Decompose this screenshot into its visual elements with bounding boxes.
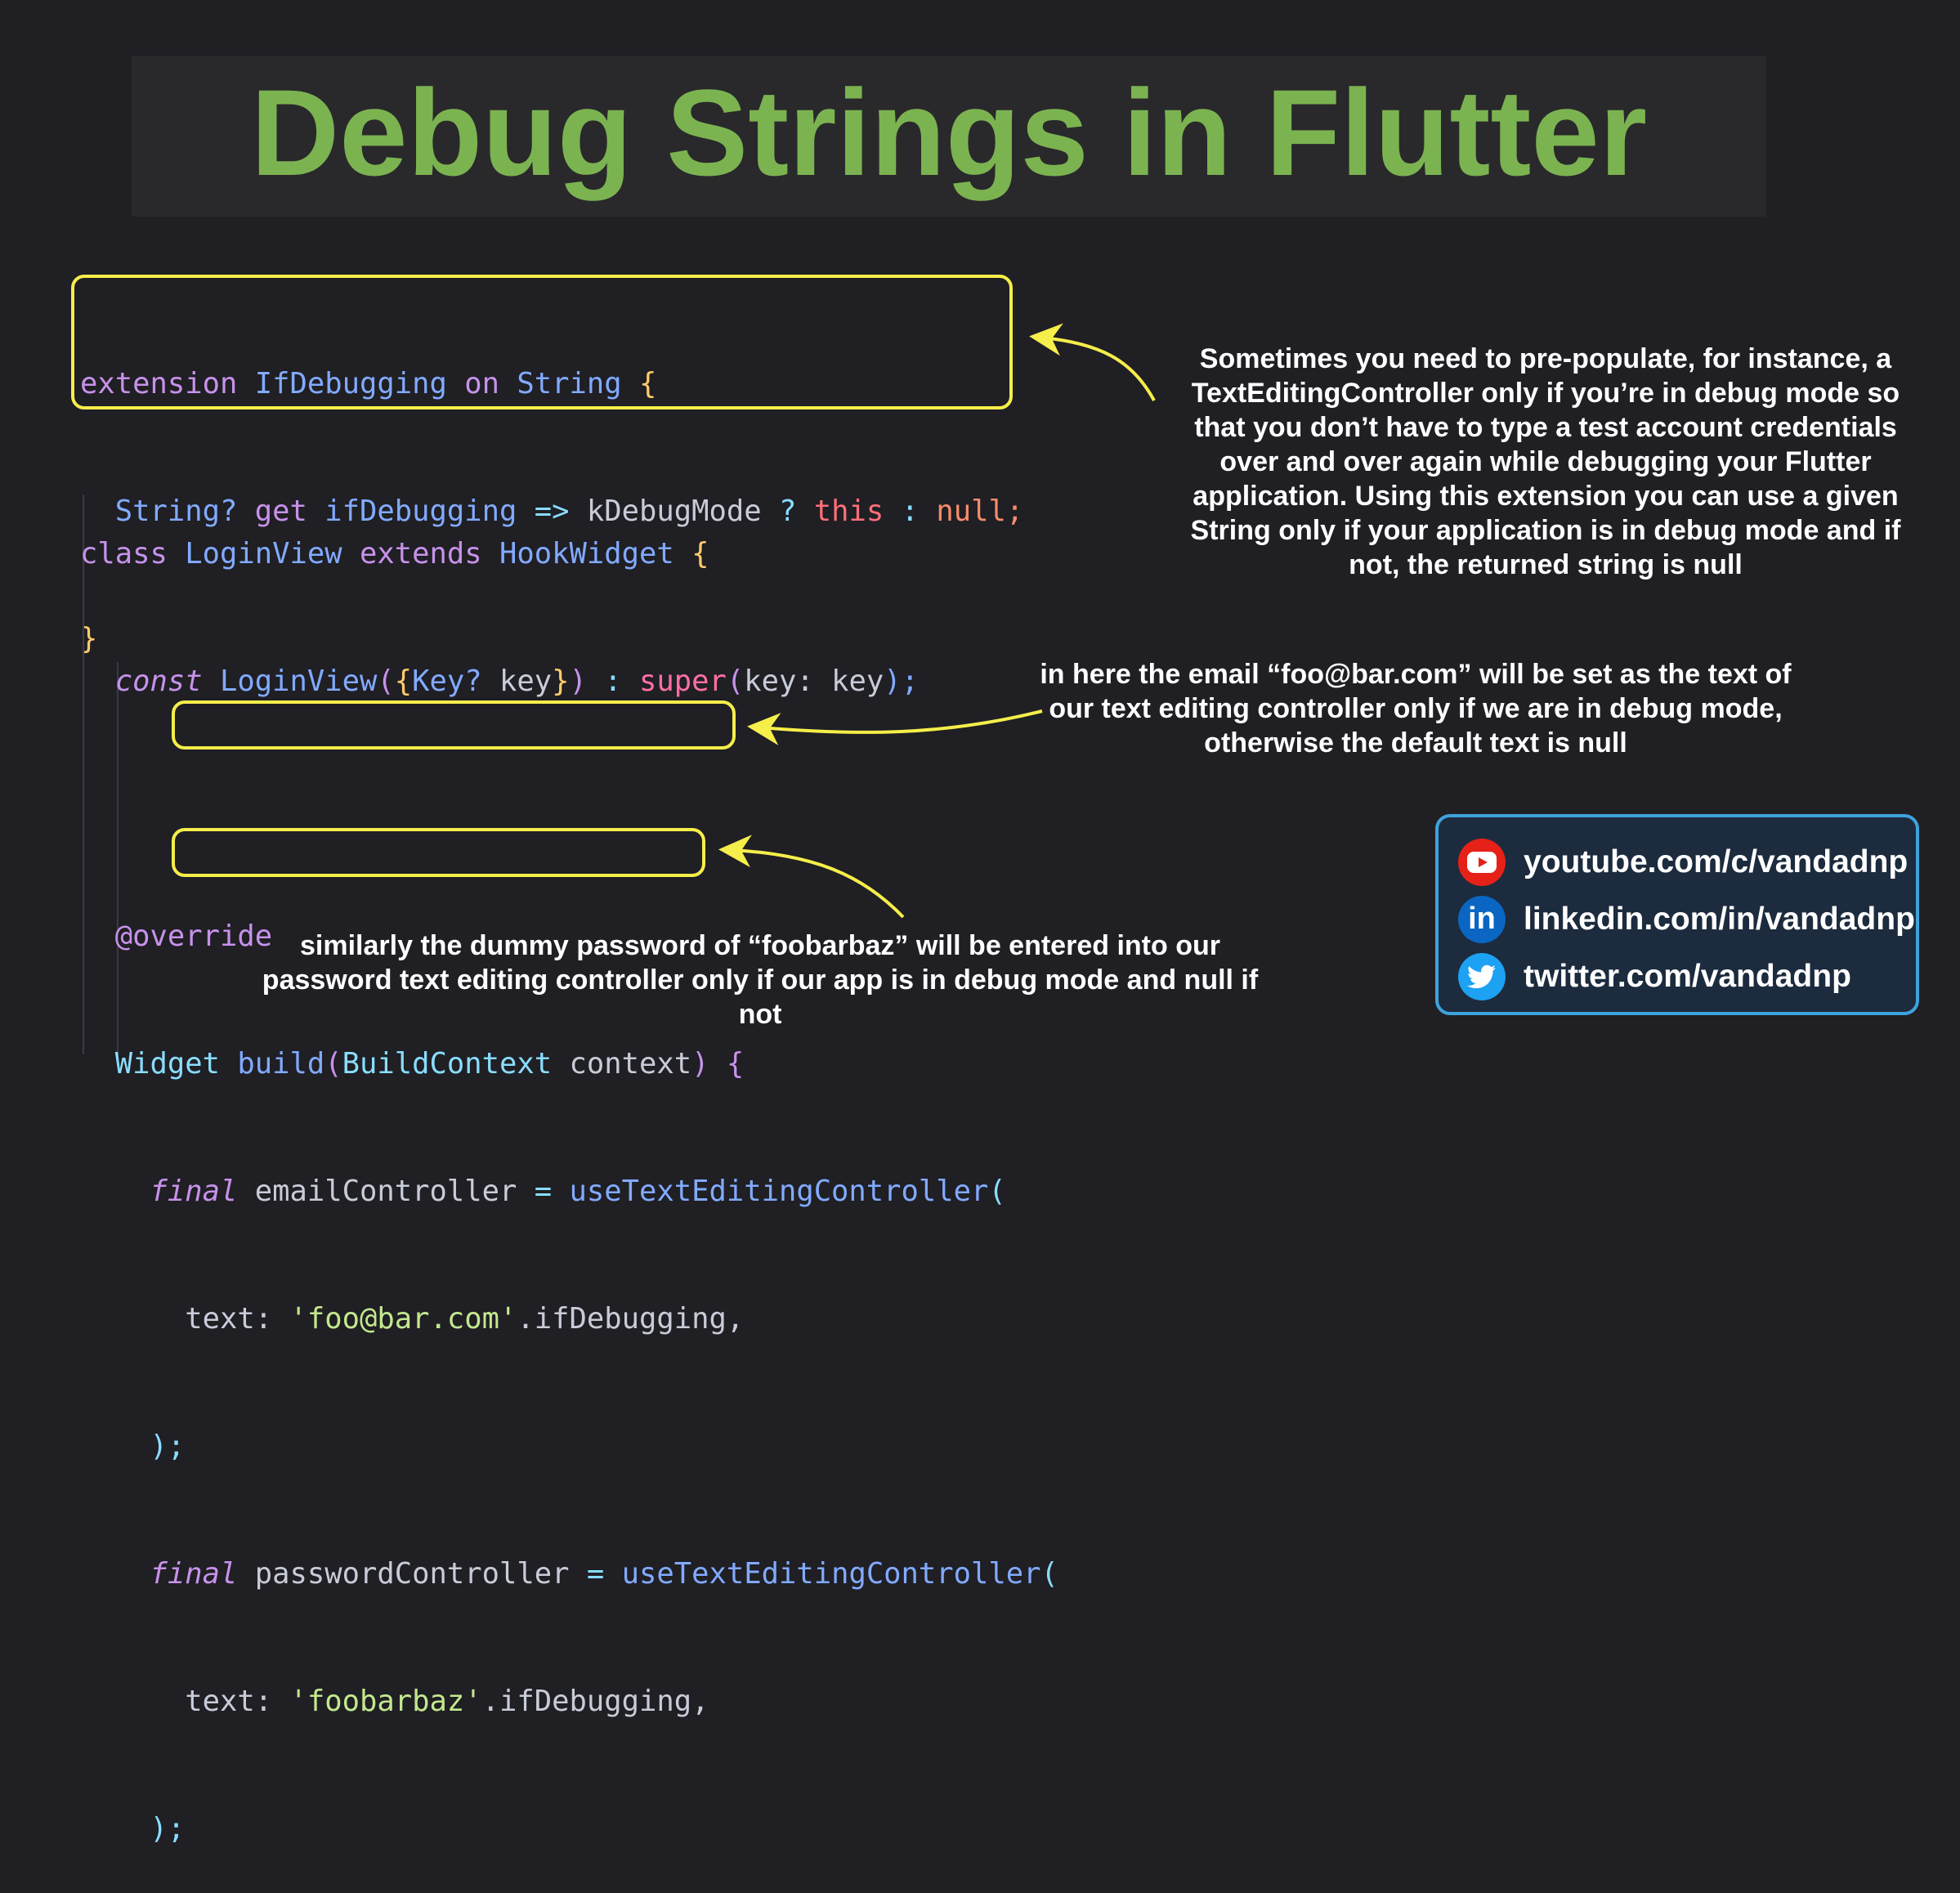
linkedin-icon: in bbox=[1458, 896, 1506, 943]
code-line: final emailController = useTextEditingCo… bbox=[80, 1170, 1058, 1213]
linkedin-url: linkedin.com/in/vandadnp bbox=[1524, 902, 1915, 937]
code-token: text: bbox=[185, 1302, 273, 1336]
code-token: emailController bbox=[254, 1175, 517, 1208]
code-line: ); bbox=[80, 1425, 1058, 1468]
twitter-link[interactable]: twitter.com/vandadnp bbox=[1458, 948, 1916, 1005]
password-arrow bbox=[718, 835, 905, 919]
youtube-icon bbox=[1458, 839, 1506, 886]
code-line: text: 'foo@bar.com'.ifDebugging, bbox=[80, 1298, 1058, 1340]
code-line: text: 'foobarbaz'.ifDebugging, bbox=[80, 1680, 1058, 1723]
code-token: .ifDebugging, bbox=[481, 1685, 709, 1718]
code-token: ); bbox=[150, 1812, 186, 1846]
youtube-link[interactable]: youtube.com/c/vandadnp bbox=[1458, 834, 1916, 891]
code-token: text: bbox=[185, 1685, 273, 1718]
code-token: = bbox=[586, 1557, 605, 1591]
code-token: passwordController bbox=[254, 1557, 570, 1591]
twitter-icon bbox=[1458, 953, 1506, 1000]
code-token: final bbox=[150, 1175, 238, 1208]
code-line: ); bbox=[80, 1808, 1058, 1850]
youtube-url: youtube.com/c/vandadnp bbox=[1524, 844, 1909, 879]
code-token: ( bbox=[1040, 1557, 1058, 1591]
social-links: youtube.com/c/vandadnp in linkedin.com/i… bbox=[1435, 814, 1919, 1015]
code-token: 'foo@bar.com' bbox=[289, 1302, 517, 1336]
extension-arrow bbox=[1029, 323, 1156, 401]
code-token: = bbox=[534, 1175, 553, 1208]
code-token: useTextEditingController bbox=[621, 1557, 1041, 1591]
code-token: useTextEditingController bbox=[569, 1175, 989, 1208]
code-token: .ifDebugging, bbox=[517, 1302, 745, 1336]
twitter-url: twitter.com/vandadnp bbox=[1524, 959, 1851, 994]
linkedin-link[interactable]: in linkedin.com/in/vandadnp bbox=[1458, 891, 1916, 948]
code-line: final passwordController = useTextEditin… bbox=[80, 1553, 1058, 1595]
code-token: ( bbox=[988, 1175, 1006, 1208]
code-token: final bbox=[150, 1557, 238, 1591]
email-arrow bbox=[747, 709, 1043, 745]
code-token: 'foobarbaz' bbox=[289, 1685, 482, 1718]
code-token: ); bbox=[150, 1430, 186, 1463]
